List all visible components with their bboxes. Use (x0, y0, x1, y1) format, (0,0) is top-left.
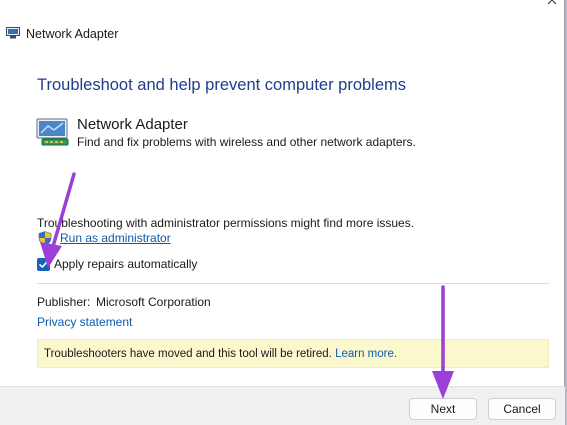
publisher-label: Publisher: (37, 295, 91, 309)
notice-text: Troubleshooters have moved and this tool… (44, 348, 332, 360)
network-adapter-icon (36, 118, 69, 146)
next-button[interactable]: Next (409, 398, 477, 420)
permissions-text: Troubleshooting with administrator permi… (37, 216, 415, 230)
uac-shield-icon (38, 231, 52, 246)
close-icon[interactable] (545, 0, 559, 8)
title-bar: Network Adapter (0, 0, 565, 50)
learn-more-link[interactable]: Learn more. (335, 348, 397, 360)
page-heading: Troubleshoot and help prevent computer p… (37, 76, 407, 94)
troubleshooter-description: Find and fix problems with wireless and … (77, 135, 416, 149)
dialog-footer: Next Cancel (0, 386, 565, 425)
troubleshooter-name: Network Adapter (77, 116, 188, 133)
run-as-administrator-link[interactable]: Run as administrator (60, 231, 171, 245)
troubleshooter-window: Network Adapter Troubleshoot and help pr… (0, 0, 565, 425)
cancel-button[interactable]: Cancel (488, 398, 556, 420)
window-title: Network Adapter (26, 27, 119, 41)
checkmark-icon (39, 261, 48, 268)
privacy-statement-link[interactable]: Privacy statement (37, 315, 132, 329)
section-divider (37, 283, 549, 284)
network-adapter-app-icon (6, 27, 20, 39)
retirement-notice: Troubleshooters have moved and this tool… (37, 339, 549, 368)
apply-repairs-label[interactable]: Apply repairs automatically (54, 257, 197, 271)
publisher-value: Microsoft Corporation (96, 295, 211, 309)
apply-repairs-checkbox[interactable] (37, 258, 50, 271)
